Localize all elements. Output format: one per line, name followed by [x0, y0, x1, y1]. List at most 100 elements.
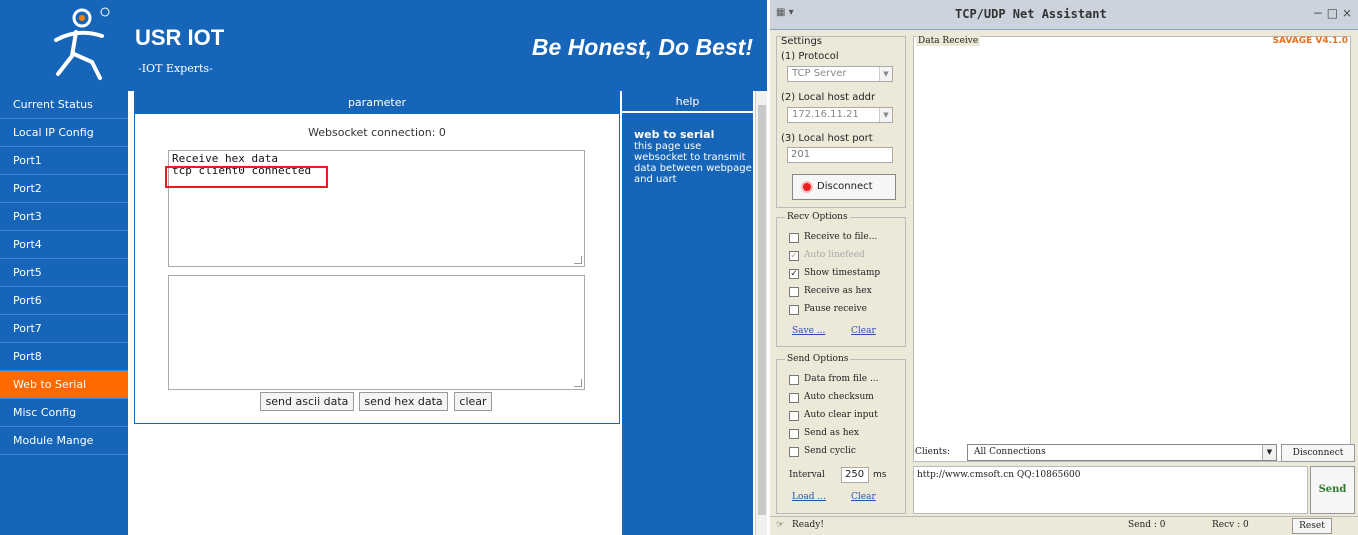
recv-options-label: Recv Options: [785, 212, 850, 222]
clients-select[interactable]: All Connections ▼: [967, 444, 1277, 461]
protocol-value: TCP Server: [792, 68, 847, 79]
clients-label: Clients:: [915, 447, 951, 457]
checkbox-label: Receive to file...: [804, 232, 878, 242]
chevron-down-icon: ▼: [879, 108, 892, 122]
data-receive-area[interactable]: [913, 36, 1351, 462]
sidebar-item-module-mange[interactable]: Module Mange: [0, 427, 128, 455]
checkbox-icon: [789, 233, 799, 243]
protocol-label: (1) Protocol: [781, 51, 839, 62]
sidebar-item-port8[interactable]: Port8: [0, 343, 128, 371]
host-port-input[interactable]: 201: [787, 147, 893, 163]
sidebar-item-misc-config[interactable]: Misc Config: [0, 399, 128, 427]
usr-web-page: USR IOT -IOT Experts- Be Honest, Do Best…: [0, 0, 767, 535]
help-title: web to serial: [634, 128, 715, 141]
checkbox-pause-receive[interactable]: Pause receive: [789, 303, 867, 317]
host-port-label: (3) Local host port: [781, 133, 873, 144]
clients-disconnect-button[interactable]: Disconnect: [1281, 444, 1355, 462]
connection-status-icon: [801, 181, 813, 193]
sidebar-item-port2[interactable]: Port2: [0, 175, 128, 203]
header: USR IOT -IOT Experts- Be Honest, Do Best…: [0, 0, 767, 91]
settings-label: Settings: [781, 36, 823, 47]
scrollbar-thumb[interactable]: [758, 105, 766, 515]
recv-options-group: Recv Options Receive to file... ✓ Auto li…: [776, 212, 906, 347]
checkbox-label: Auto clear input: [804, 410, 878, 420]
checkbox-icon: ✓: [789, 251, 799, 261]
checkbox-icon: [789, 447, 799, 457]
checkbox-auto-checksum[interactable]: Auto checksum: [789, 391, 874, 405]
clear-button[interactable]: clear: [454, 392, 492, 411]
sidebar-item-web-to-serial[interactable]: Web to Serial: [0, 371, 128, 399]
checkbox-label: Auto checksum: [804, 392, 874, 402]
send-ascii-button[interactable]: send ascii data: [260, 392, 354, 411]
checkbox-label: Pause receive: [804, 304, 867, 314]
checkbox-label: Data from file ...: [804, 374, 879, 384]
interval-label: Interval: [789, 470, 825, 480]
window-title: TCP/UDP Net Assistant: [955, 7, 1107, 21]
chevron-down-icon: ▼: [879, 67, 892, 81]
usr-logo-icon: [54, 7, 110, 80]
resize-handle[interactable]: [574, 256, 582, 264]
send-load-link[interactable]: Load ...: [792, 492, 826, 502]
checkbox-icon: [789, 429, 799, 439]
checkbox-auto-clear-input[interactable]: Auto clear input: [789, 409, 878, 423]
brand-tagline: -IOT Experts-: [138, 62, 213, 75]
send-button[interactable]: Send: [1310, 466, 1355, 514]
title-bar: ▦ ▾ TCP/UDP Net Assistant − □ ×: [770, 0, 1358, 30]
sidebar-item-port4[interactable]: Port4: [0, 231, 128, 259]
send-input[interactable]: http://www.cmsoft.cn QQ:10865600: [913, 466, 1308, 514]
checkbox-icon: ✓: [789, 269, 799, 279]
version-label: SAVAGE V4.1.0: [1272, 36, 1348, 46]
send-textarea[interactable]: [168, 275, 585, 390]
recv-count: Recv : 0: [1212, 520, 1249, 530]
checkbox-show-timestamp[interactable]: ✓ Show timestamp: [789, 267, 880, 281]
checkbox-receive-to-file[interactable]: Receive to file...: [789, 231, 877, 245]
highlight-box: [165, 166, 328, 188]
host-addr-value: 172.16.11.21: [792, 109, 859, 120]
checkbox-receive-as-hex[interactable]: Receive as hex: [789, 285, 872, 299]
data-receive-label: Data Receive: [916, 36, 981, 46]
chevron-down-icon: ▼: [1262, 445, 1276, 460]
resize-handle[interactable]: [574, 379, 582, 387]
app-menu-icon[interactable]: ▦ ▾: [776, 7, 794, 18]
recv-save-link[interactable]: Save ...: [792, 326, 825, 336]
checkbox-icon: [789, 375, 799, 385]
checkbox-icon: [789, 411, 799, 421]
reset-button[interactable]: Reset: [1292, 518, 1332, 534]
disconnect-label: Disconnect: [817, 181, 873, 192]
checkbox-label: Send as hex: [804, 428, 859, 438]
window-controls[interactable]: − □ ×: [1313, 6, 1352, 20]
interval-input[interactable]: 250: [841, 467, 869, 483]
send-options-label: Send Options: [785, 354, 851, 364]
checkbox-label: Show timestamp: [804, 268, 881, 278]
brand-name: USR IOT: [135, 25, 225, 50]
disconnect-button[interactable]: Disconnect: [792, 174, 896, 200]
checkbox-icon: [789, 305, 799, 315]
help-header: help: [622, 91, 753, 113]
interval-unit: ms: [873, 470, 887, 480]
checkbox-icon: [789, 287, 799, 297]
page-scrollbar[interactable]: [755, 91, 767, 535]
sidebar-item-local-ip-config[interactable]: Local IP Config: [0, 119, 128, 147]
clients-value: All Connections: [974, 447, 1046, 457]
sidebar-item-port3[interactable]: Port3: [0, 203, 128, 231]
checkbox-auto-linefeed: ✓ Auto linefeed: [789, 249, 865, 263]
send-hex-button[interactable]: send hex data: [359, 392, 448, 411]
send-clear-link[interactable]: Clear: [851, 492, 876, 502]
protocol-select[interactable]: TCP Server ▼: [787, 66, 893, 82]
checkbox-send-cyclic[interactable]: Send cyclic: [789, 445, 856, 459]
help-text: this page use websocket to transmit data…: [634, 141, 752, 185]
sidebar-item-port6[interactable]: Port6: [0, 287, 128, 315]
checkbox-data-from-file[interactable]: Data from file ...: [789, 373, 879, 387]
sidebar-item-port7[interactable]: Port7: [0, 315, 128, 343]
status-ready: Ready!: [792, 520, 824, 530]
recv-clear-link[interactable]: Clear: [851, 326, 876, 336]
checkbox-send-as-hex[interactable]: Send as hex: [789, 427, 859, 441]
sidebar-item-port5[interactable]: Port5: [0, 259, 128, 287]
websocket-status: Websocket connection: 0: [308, 126, 446, 139]
checkbox-label: Auto linefeed: [804, 250, 865, 260]
parameter-header: parameter: [135, 92, 619, 114]
sidebar-item-port1[interactable]: Port1: [0, 147, 128, 175]
host-addr-select[interactable]: 172.16.11.21 ▼: [787, 107, 893, 123]
send-options-group: Send Options Data from file ... Auto che…: [776, 354, 906, 514]
sidebar-item-current-status[interactable]: Current Status: [0, 91, 128, 119]
